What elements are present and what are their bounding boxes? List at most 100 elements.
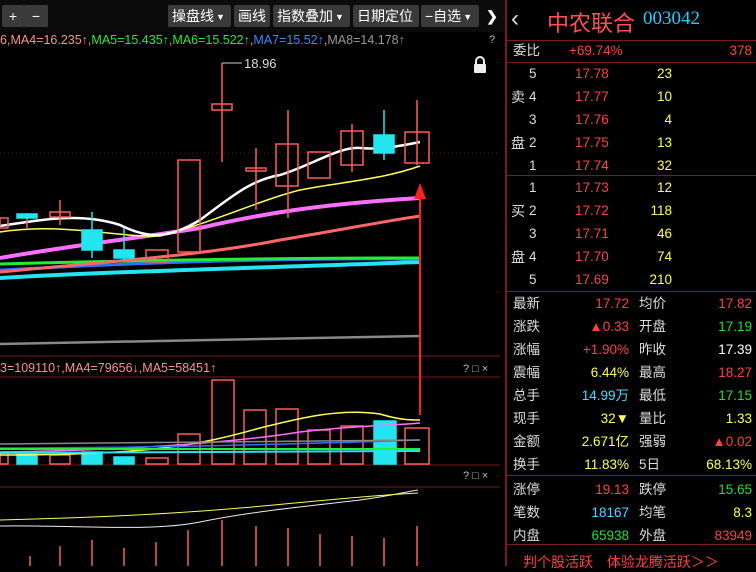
panel-controls[interactable]: ? □ × [463,361,488,377]
order-level: 5 [529,66,537,81]
buy-orders: 买 盘 1 17.73 12 2 17.72 118 3 17.71 46 4 17.70 74 5 17… [507,177,756,292]
stock-activity-link[interactable]: 判个股活跃 [523,554,593,570]
quote-row: 金额 2.671亿 强弱 ▲0.02 [507,430,756,453]
quote-label: 5日 [639,457,661,472]
peak-price-label: 18.96 [244,56,277,71]
order-level: 3 [529,112,537,127]
buy-order-row[interactable]: 2 17.72 118 [507,199,756,222]
zoom-out-button[interactable]: − [24,5,48,27]
order-volume: 23 [656,66,672,81]
order-level: 3 [529,226,537,241]
weibi-row: 委比 +69.74% 378 [507,39,756,62]
sell-order-row[interactable]: 3 17.76 4 [507,108,756,131]
ma3-value: 6 [0,33,7,47]
watchlist-dropdown[interactable]: −自选 ▼ [421,5,479,27]
sell-order-row[interactable]: 2 17.75 13 [507,131,756,154]
quote-value: ▲0.02 [712,434,752,449]
draw-line-button[interactable]: 画线 [234,5,270,27]
quote-value: 18167 [591,505,629,520]
order-volume: 32 [656,158,672,173]
sell-orders: 卖 盘 5 17.78 23 4 17.77 10 3 17.76 4 2 17.75 13 1 17.7… [507,63,756,173]
quote-value: 6.44% [590,365,629,380]
sell-order-row[interactable]: 1 17.74 32 [507,154,756,177]
sell-order-row[interactable]: 5 17.78 23 [507,62,756,85]
order-price: 17.70 [575,249,609,264]
weibi-value: +69.74% [569,43,623,58]
quote-label: 量比 [639,411,666,426]
indicator-line [0,492,419,521]
quote-value: ▲0.33 [589,319,629,334]
watchlist-label: −自选 [425,8,462,24]
order-level: 4 [529,89,537,104]
quote-row: 笔数 18167 均笔 8.3 [507,501,756,524]
order-volume: 46 [656,226,672,241]
ma7-value: MA7=15.52↑ [253,33,324,47]
quote-label: 跌停 [639,482,666,497]
order-price: 17.74 [575,158,609,173]
zoom-in-button[interactable]: + [2,5,24,27]
ma4-value: MA4=16.235↑ [10,33,88,47]
help-icon[interactable]: ? [489,32,495,48]
quote-label: 昨收 [639,342,666,357]
ma-line-gray [0,334,421,346]
vol-ma4-value: MA4=79656↓ [64,361,139,375]
quote-label: 均价 [639,296,666,311]
longteng-promo-link[interactable]: 体验龙腾活跃＞＞ [607,554,719,570]
quote-value: 32▼ [600,411,629,426]
quote-label: 金额 [513,434,540,449]
buy-order-row[interactable]: 1 17.73 12 [507,176,756,199]
quote-value: 68.13% [706,457,752,472]
expand-icon[interactable]: ❯ [482,5,502,27]
arrow-head [414,183,426,199]
quote-value: 1.33 [725,411,752,426]
quote-label: 最低 [639,388,666,403]
order-price: 17.73 [575,180,609,195]
quote-value: 17.39 [718,342,752,357]
order-level: 1 [529,180,537,195]
quote-label: 换手 [513,457,540,472]
order-volume: 10 [656,89,672,104]
stock-header: ‹ 中农联合 003042 [507,0,756,41]
quote-value: +1.90% [582,342,629,357]
sell-order-row[interactable]: 4 17.77 10 [507,85,756,108]
ma5-value: MA5=15.435↑ [91,33,169,47]
order-volume: 118 [650,203,672,218]
quote-value: 8.3 [733,505,752,520]
order-volume: 12 [656,180,672,195]
quote-label: 涨幅 [513,342,540,357]
order-level: 2 [529,135,537,150]
stock-code: 003042 [643,8,700,29]
quote-label: 现手 [513,411,540,426]
order-volume: 13 [656,135,672,150]
trading-line-dropdown[interactable]: 操盘线 ▼ [168,5,231,27]
vol-ma5-value: MA5=58451↑ [142,361,217,375]
quote-row: 总手 14.99万 最低 17.15 [507,384,756,407]
trading-line-label: 操盘线 [172,8,214,24]
weibi-label: 委比 [513,43,540,58]
back-icon[interactable]: ‹ [511,5,519,33]
order-level: 1 [529,158,537,173]
indicator-panel-controls[interactable]: ? □ × [463,470,488,482]
order-price: 17.76 [575,112,609,127]
quote-row: 涨停 19.13 跌停 15.65 [507,478,756,501]
order-price: 17.72 [575,203,609,218]
quote-row: 现手 32▼ 量比 1.33 [507,407,756,430]
quote-label: 均笔 [639,505,666,520]
indicator-line [0,489,419,528]
quote-label: 涨停 [513,482,540,497]
buy-order-row[interactable]: 5 17.69 210 [507,268,756,291]
date-locate-button[interactable]: 日期定位 [353,5,419,27]
quote-value: 17.72 [595,296,629,311]
buy-order-row[interactable]: 4 17.70 74 [507,245,756,268]
volume-ma-lines [0,411,421,456]
quote-value: 2.671亿 [581,434,629,449]
lock-icon[interactable] [474,56,486,73]
buy-order-row[interactable]: 3 17.71 46 [507,222,756,245]
index-overlay-dropdown[interactable]: 指数叠加 ▼ [273,5,350,27]
quote-row: 换手 11.83% 5日 68.13% [507,453,756,476]
order-price: 17.77 [575,89,609,104]
quote-label: 开盘 [639,319,666,334]
vol-ma3-value: 3=109110↑ [0,361,62,375]
volume-ma-legend: 3=109110↑,MA4=79656↓,MA5=58451↑ ? □ × [0,361,489,377]
caret-down-icon: ▼ [463,12,473,22]
